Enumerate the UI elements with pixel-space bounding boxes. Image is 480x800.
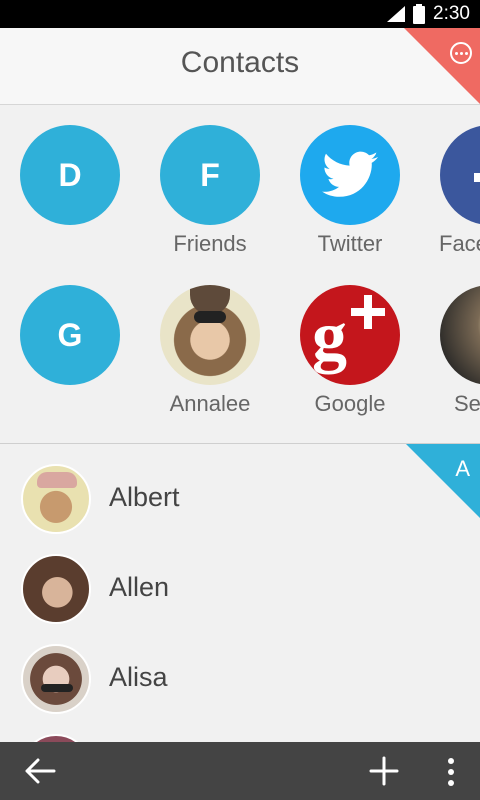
contact-name: Albert bbox=[109, 482, 180, 512]
group-tile-google[interactable]: g Google bbox=[290, 285, 410, 417]
bottom-action-bar bbox=[0, 742, 480, 800]
group-tile-se[interactable]: Se bbox=[430, 285, 480, 417]
contact-list: A Albert Allen Alisa bbox=[0, 444, 480, 742]
contact-name: Allen bbox=[109, 572, 170, 602]
group-label: Google bbox=[314, 391, 386, 416]
groups-grid: D F Friends Twitter Face G Annalee g bbox=[0, 105, 480, 443]
more-options-icon[interactable] bbox=[450, 42, 472, 64]
group-tile-friends[interactable]: F Friends bbox=[150, 125, 270, 257]
group-label: Se bbox=[454, 391, 480, 416]
group-tile-g[interactable]: G bbox=[10, 285, 130, 385]
list-item[interactable]: Albert bbox=[0, 444, 480, 534]
overflow-menu-icon[interactable] bbox=[446, 757, 456, 787]
group-tile-d[interactable]: D bbox=[10, 125, 130, 225]
group-tile-annalee[interactable]: Annalee bbox=[150, 285, 270, 417]
avatar bbox=[160, 285, 260, 385]
twitter-icon bbox=[300, 125, 400, 225]
google-plus-icon: g bbox=[300, 285, 400, 385]
status-icons: 2:30 bbox=[387, 4, 470, 24]
contact-name: Alisa bbox=[109, 662, 168, 692]
app-header: Contacts bbox=[0, 28, 480, 105]
group-letter: F bbox=[200, 156, 220, 193]
list-item[interactable]: Allen bbox=[0, 534, 480, 624]
group-tile-twitter[interactable]: Twitter bbox=[290, 125, 410, 257]
avatar bbox=[21, 464, 91, 534]
status-bar: 2:30 bbox=[0, 0, 480, 28]
group-circle: D bbox=[20, 125, 120, 225]
group-circle: G bbox=[20, 285, 120, 385]
group-label: Annalee bbox=[169, 391, 251, 416]
group-label: Friends bbox=[173, 231, 247, 256]
group-letter: D bbox=[58, 156, 82, 193]
avatar bbox=[440, 285, 480, 385]
add-icon[interactable] bbox=[369, 756, 399, 786]
status-time: 2:30 bbox=[433, 3, 470, 24]
svg-text:g: g bbox=[312, 298, 347, 375]
facebook-icon bbox=[440, 125, 480, 225]
group-tile-facebook[interactable]: Face bbox=[430, 125, 480, 257]
avatar bbox=[21, 734, 91, 742]
group-label: Face bbox=[439, 231, 480, 256]
list-item[interactable]: Alisa bbox=[0, 624, 480, 714]
back-arrow-icon[interactable] bbox=[24, 757, 56, 785]
more-options-corner[interactable] bbox=[404, 28, 480, 104]
group-letter: G bbox=[57, 316, 83, 353]
list-item[interactable] bbox=[0, 714, 480, 742]
battery-icon bbox=[413, 4, 426, 24]
signal-icon bbox=[387, 6, 406, 22]
group-label: Twitter bbox=[317, 231, 383, 256]
avatar bbox=[21, 554, 91, 624]
group-circle: F bbox=[160, 125, 260, 225]
avatar bbox=[21, 644, 91, 714]
